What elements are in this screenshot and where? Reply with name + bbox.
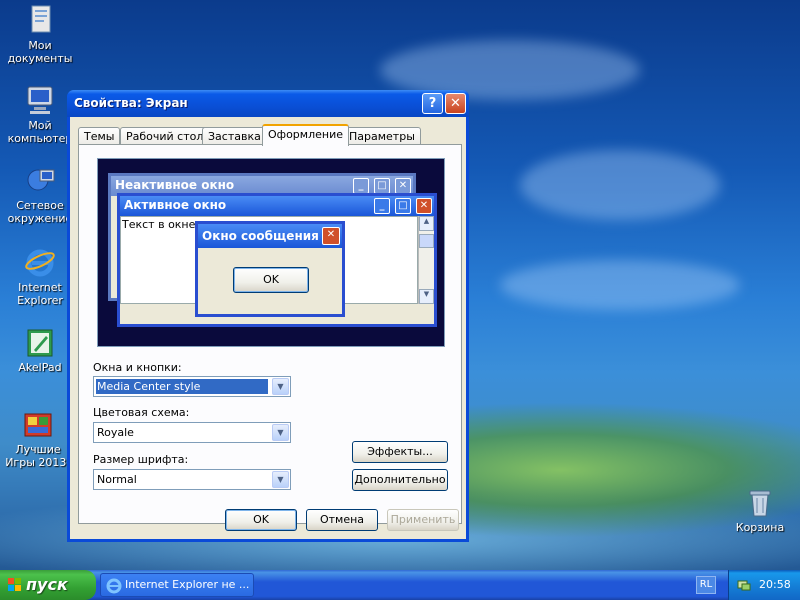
preview-active-title: Активное окно (124, 198, 227, 212)
appearance-preview: Неактивное окно _ □ ✕ Активное окно _ □ … (97, 158, 445, 347)
window-title: Свойства: Экран (74, 96, 188, 110)
taskbar: пуск Internet Explorer не ... RL 20:58 (0, 570, 800, 600)
tray-network-icon[interactable] (737, 578, 751, 592)
tab-screensaver[interactable]: Заставка (202, 127, 267, 145)
dialog-client-area: Темы Рабочий стол Заставка Оформление Па… (70, 117, 466, 539)
computer-icon (24, 84, 56, 116)
preview-scrollbar: ▲ ▼ (418, 216, 434, 304)
windows-buttons-select[interactable]: Media Center style ▼ (93, 376, 291, 397)
close-icon: ✕ (322, 227, 340, 245)
system-tray: 20:58 (728, 570, 800, 600)
games-icon (22, 408, 54, 440)
taskbar-item-internet-explorer[interactable]: Internet Explorer не ... (100, 573, 254, 597)
maximize-icon: □ (374, 178, 390, 194)
desktop-icon-my-documents[interactable]: Мои документы (2, 4, 78, 65)
color-scheme-label: Цветовая схема: (93, 406, 190, 419)
question-icon: ? (428, 96, 437, 111)
windows-buttons-value: Media Center style (96, 379, 268, 394)
ok-button[interactable]: OK (225, 509, 297, 531)
internet-explorer-icon (24, 246, 56, 278)
minimize-icon: _ (374, 198, 390, 214)
close-icon: ✕ (416, 198, 432, 214)
start-label: пуск (26, 575, 68, 594)
preview-active-title-bar: Активное окно _ □ ✕ (120, 196, 434, 216)
chevron-down-icon[interactable]: ▼ (272, 424, 289, 441)
title-bar[interactable]: Свойства: Экран ? ✕ (67, 90, 469, 117)
color-scheme-select[interactable]: Royale ▼ (93, 422, 291, 443)
apply-button[interactable]: Применить (387, 509, 459, 531)
help-button[interactable]: ? (422, 93, 443, 114)
close-icon: ✕ (450, 96, 461, 111)
folder-icon (24, 4, 56, 36)
preview-message-ok: OK (233, 267, 309, 293)
windows-buttons-label: Окна и кнопки: (93, 361, 182, 374)
preview-message-title-bar: Окно сообщения ✕ (198, 224, 342, 248)
scroll-up-icon: ▲ (419, 216, 434, 231)
windows-flag-icon (8, 578, 21, 591)
tab-themes[interactable]: Темы (78, 127, 121, 145)
appearance-panel: Неактивное окно _ □ ✕ Активное окно _ □ … (78, 144, 462, 524)
scroll-down-icon: ▼ (419, 289, 434, 304)
desktop-icon-recycle-bin[interactable]: Корзина (722, 486, 798, 534)
preview-message-title: Окно сообщения (202, 229, 319, 243)
network-icon (24, 164, 56, 196)
close-icon: ✕ (395, 178, 411, 194)
akelpad-icon (24, 326, 56, 358)
advanced-button[interactable]: Дополнительно (352, 469, 448, 491)
font-size-select[interactable]: Normal ▼ (93, 469, 291, 490)
desktop-icon-best-games[interactable]: Лучшие Игры 2013! (0, 408, 76, 469)
desktop-icon-label: Мои документы (7, 39, 73, 65)
color-scheme-value: Royale (97, 426, 134, 439)
cloud (520, 150, 720, 220)
tab-desktop[interactable]: Рабочий стол (120, 127, 210, 145)
internet-explorer-icon (106, 578, 122, 594)
scroll-thumb (419, 234, 434, 248)
font-size-value: Normal (97, 473, 137, 486)
language-indicator[interactable]: RL (696, 576, 716, 594)
taskbar-item-label: Internet Explorer не ... (125, 578, 250, 591)
preview-inactive-title: Неактивное окно (115, 178, 235, 192)
display-properties-window: Свойства: Экран ? ✕ Темы Рабочий стол За… (67, 90, 469, 542)
recycle-bin-icon (744, 486, 776, 518)
close-button[interactable]: ✕ (445, 93, 466, 114)
cloud (500, 260, 740, 310)
minimize-icon: _ (353, 178, 369, 194)
clock[interactable]: 20:58 (759, 578, 791, 591)
desktop-icon-label: Лучшие Игры 2013! (5, 443, 71, 469)
chevron-down-icon[interactable]: ▼ (272, 471, 289, 488)
start-button[interactable]: пуск (0, 570, 96, 600)
preview-window-text: Текст в окне (122, 218, 196, 231)
font-size-label: Размер шрифта: (93, 453, 189, 466)
preview-message-box: Окно сообщения ✕ OK (195, 221, 345, 317)
effects-button[interactable]: Эффекты... (352, 441, 448, 463)
tab-appearance[interactable]: Оформление (262, 124, 349, 146)
chevron-down-icon[interactable]: ▼ (272, 378, 289, 395)
cancel-button[interactable]: Отмена (306, 509, 378, 531)
tab-settings[interactable]: Параметры (343, 127, 421, 145)
desktop-icon-label: Корзина (735, 521, 785, 534)
maximize-icon: □ (395, 198, 411, 214)
